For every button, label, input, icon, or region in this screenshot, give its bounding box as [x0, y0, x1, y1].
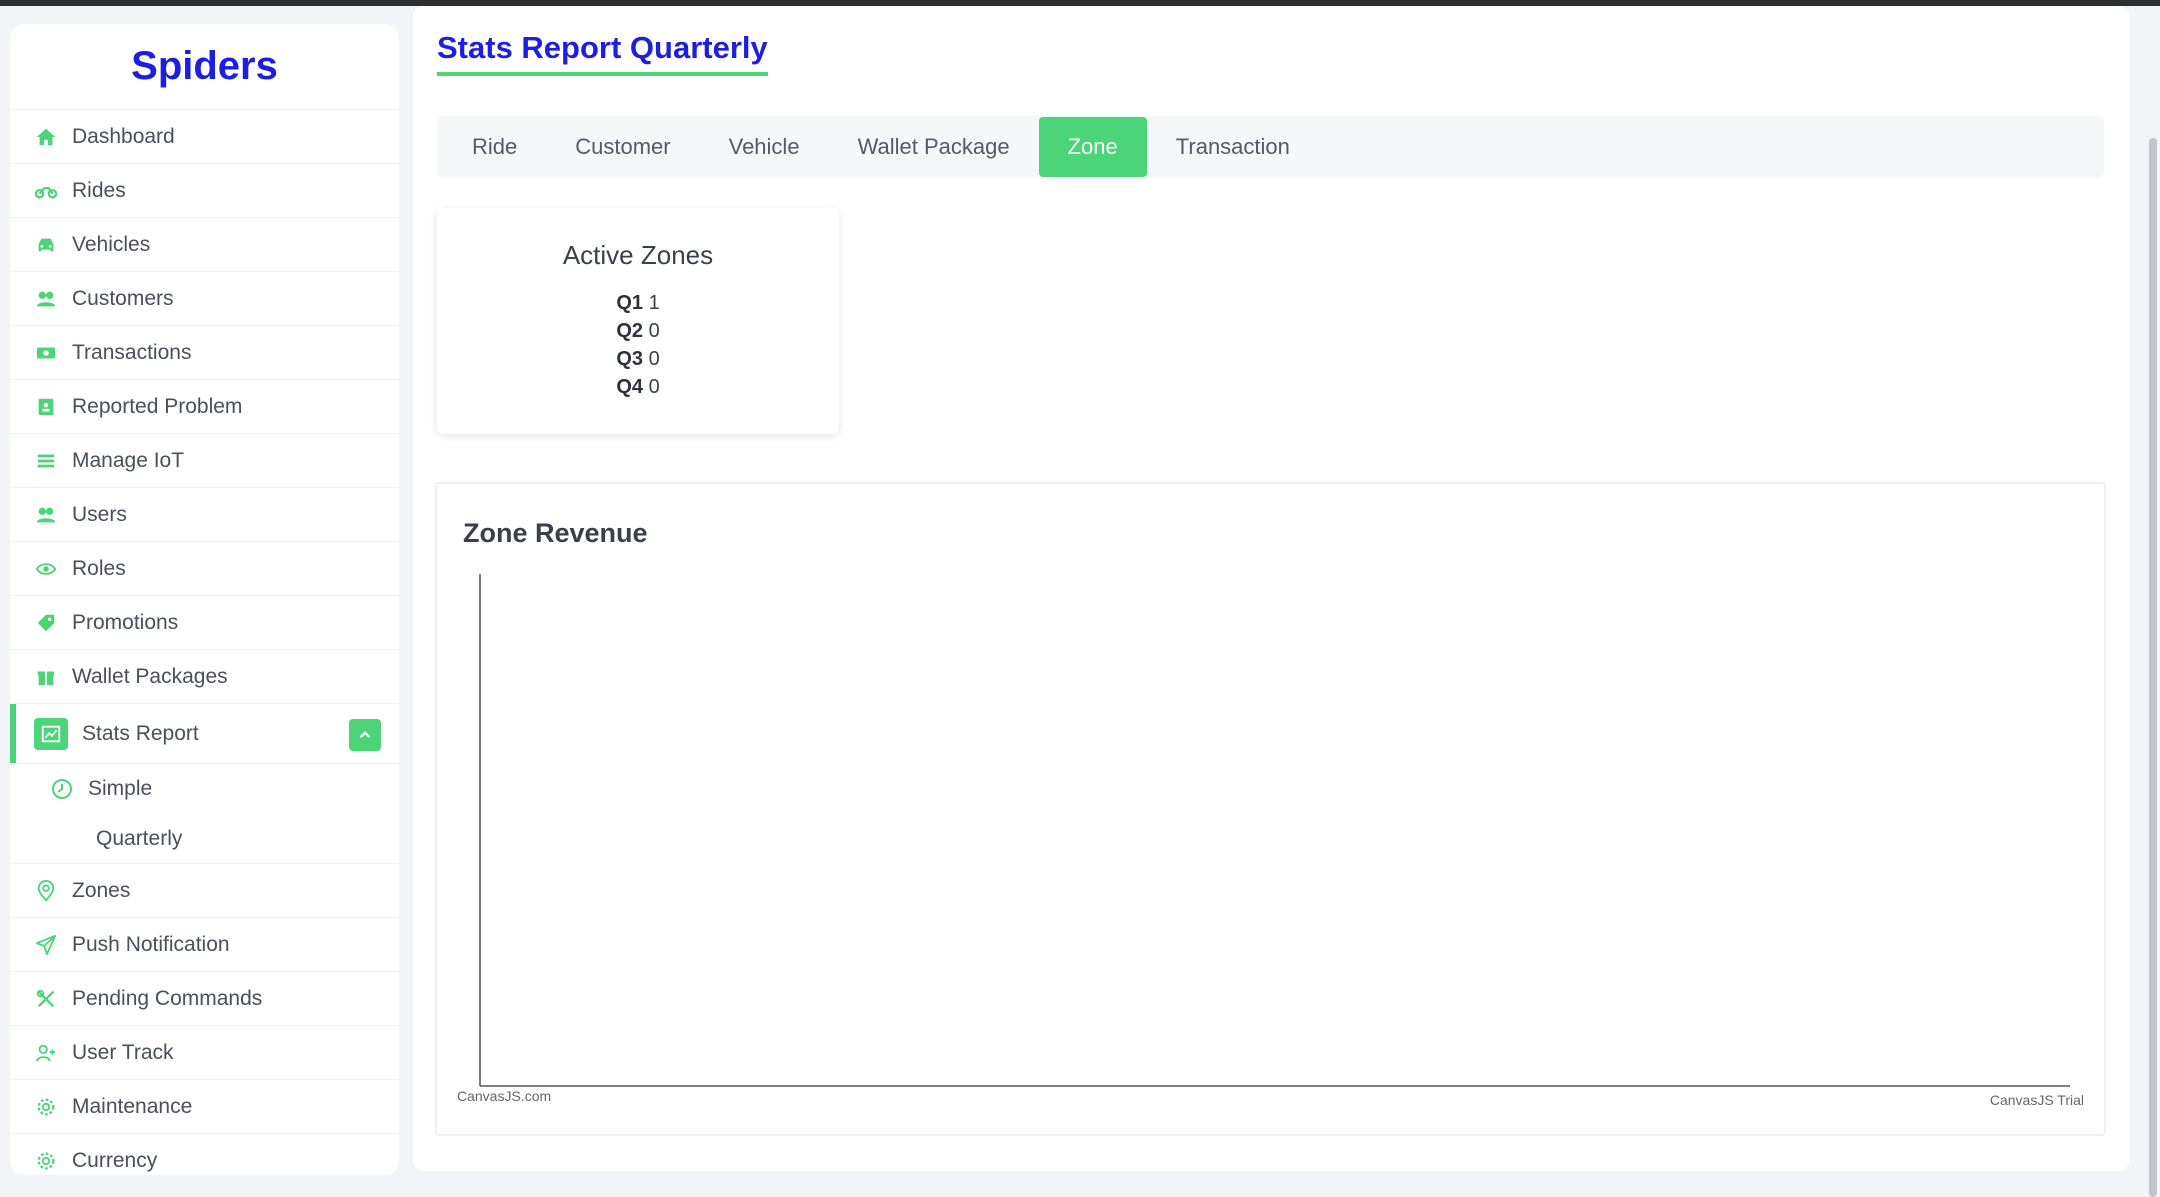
sidebar-item-user-track[interactable]: User Track — [10, 1026, 399, 1080]
sidebar-item-label: Push Notification — [72, 932, 230, 956]
sidebar-item-label: Vehicles — [72, 232, 151, 256]
sidebar-item-label: Quarterly — [96, 826, 183, 850]
motorcycle-icon — [34, 179, 58, 203]
sidebar-item-users[interactable]: Users — [10, 488, 399, 542]
quarter-row: Q1 1 — [437, 289, 839, 317]
sidebar-item-wallet-packages[interactable]: Wallet Packages — [10, 650, 399, 704]
map-pin-icon — [34, 879, 58, 903]
quarter-row: Q2 0 — [437, 317, 839, 345]
sidebar-item-label: Simple — [88, 777, 153, 800]
send-icon — [34, 933, 58, 957]
sidebar-item-label: User Track — [72, 1040, 174, 1064]
sidebar-item-reported-problem[interactable]: Reported Problem — [10, 380, 399, 434]
sidebar-item-label: Manage IoT — [72, 448, 185, 472]
tab-customer[interactable]: Customer — [546, 117, 699, 177]
quarter-label: Q4 — [616, 376, 643, 398]
sidebar-item-label: Pending Commands — [72, 986, 263, 1010]
sidebar-item-pending-commands[interactable]: Pending Commands — [10, 972, 399, 1026]
chart-line-icon — [34, 717, 68, 750]
sidebar-item-label: Stats Report — [82, 721, 199, 745]
sidebar-item-promotions[interactable]: Promotions — [10, 596, 399, 650]
sidebar-item-label: Promotions — [72, 610, 179, 634]
quarter-label: Q1 — [616, 292, 643, 314]
zone-revenue-chart — [479, 574, 2070, 1087]
user-plus-icon — [34, 1041, 58, 1065]
tab-vehicle[interactable]: Vehicle — [700, 117, 829, 177]
page-title: Stats Report Quarterly — [437, 28, 768, 76]
sidebar-item-customers[interactable]: Customers — [10, 272, 399, 326]
active-zones-card: Active Zones Q1 1 Q2 0 Q3 0 Q4 0 — [437, 208, 839, 434]
sidebar-item-transactions[interactable]: Transactions — [10, 326, 399, 380]
tag-icon — [34, 611, 58, 635]
report-icon — [34, 395, 58, 419]
gift-icon — [34, 665, 58, 689]
sidebar-item-push-notification[interactable]: Push Notification — [10, 918, 399, 972]
sidebar-item-maintenance[interactable]: Maintenance — [10, 1080, 399, 1134]
sidebar-item-manage-iot[interactable]: Manage IoT — [10, 434, 399, 488]
report-tabs: Ride Customer Vehicle Wallet Package Zon… — [437, 116, 2104, 178]
clock-icon — [50, 777, 74, 801]
sidebar-item-label: Rides — [72, 178, 126, 202]
sidebar-subitem-simple[interactable]: Simple — [10, 764, 399, 814]
sidebar-item-currency[interactable]: Currency — [10, 1134, 399, 1175]
gear-icon — [34, 1149, 58, 1173]
zone-revenue-chart-card: Zone Revenue CanvasJS.com CanvasJS Trial — [435, 482, 2106, 1136]
sidebar-item-vehicles[interactable]: Vehicles — [10, 218, 399, 272]
sidebar-item-stats-report[interactable]: Stats Report — [10, 704, 399, 764]
users-icon — [34, 287, 58, 311]
sidebar-item-zones[interactable]: Zones — [10, 864, 399, 918]
chevron-up-icon — [359, 731, 371, 739]
tab-zone[interactable]: Zone — [1038, 117, 1147, 177]
scrollbar-thumb[interactable] — [2149, 138, 2157, 1197]
sidebar-item-label: Wallet Packages — [72, 664, 228, 688]
sidebar-item-roles[interactable]: Roles — [10, 542, 399, 596]
collapse-toggle-button[interactable] — [349, 719, 381, 751]
sidebar-item-label: Zones — [72, 878, 131, 902]
sidebar-item-label: Users — [72, 502, 127, 526]
active-zones-title: Active Zones — [562, 240, 714, 270]
quarter-list: Q1 1 Q2 0 Q3 0 Q4 0 — [437, 289, 839, 401]
quarter-row: Q3 0 — [437, 345, 839, 373]
quarter-value: 0 — [648, 348, 660, 370]
sidebar-item-rides[interactable]: Rides — [10, 164, 399, 218]
gear-icon — [34, 1095, 58, 1119]
sidebar: Spiders Dashboard Rides Vehicles Custome… — [10, 24, 399, 1175]
quarter-value: 0 — [648, 320, 660, 342]
canvasjs-credit-link[interactable]: CanvasJS.com — [457, 1088, 551, 1104]
quarter-value: 1 — [648, 292, 660, 314]
tab-transaction[interactable]: Transaction — [1147, 117, 1319, 177]
tab-wallet-package[interactable]: Wallet Package — [829, 117, 1039, 177]
list-icon — [34, 449, 58, 473]
brand-logo[interactable]: Spiders — [10, 24, 399, 110]
car-icon — [34, 233, 58, 257]
sidebar-item-label: Maintenance — [72, 1094, 193, 1118]
home-icon — [34, 125, 58, 149]
sidebar-item-label: Reported Problem — [72, 394, 243, 418]
tab-ride[interactable]: Ride — [443, 117, 546, 177]
quarter-row: Q4 0 — [437, 373, 839, 401]
quarter-value: 0 — [648, 376, 660, 398]
users-icon — [34, 503, 58, 527]
sidebar-item-label: Transactions — [72, 340, 192, 364]
sidebar-item-label: Roles — [72, 556, 126, 580]
sidebar-item-label: Customers — [72, 286, 174, 310]
sidebar-item-label: Currency — [72, 1148, 158, 1172]
tools-icon — [34, 987, 58, 1011]
quarter-label: Q2 — [616, 320, 643, 342]
money-icon — [34, 341, 58, 365]
eye-icon — [34, 557, 58, 581]
sidebar-item-label: Dashboard — [72, 124, 175, 148]
main-content: Stats Report Quarterly Ride Customer Veh… — [413, 6, 2129, 1171]
canvasjs-trial-label: CanvasJS Trial — [1989, 1092, 2084, 1108]
quarter-label: Q3 — [616, 348, 643, 370]
sidebar-item-dashboard[interactable]: Dashboard — [10, 110, 399, 164]
sidebar-subitem-quarterly[interactable]: Quarterly — [10, 814, 399, 864]
